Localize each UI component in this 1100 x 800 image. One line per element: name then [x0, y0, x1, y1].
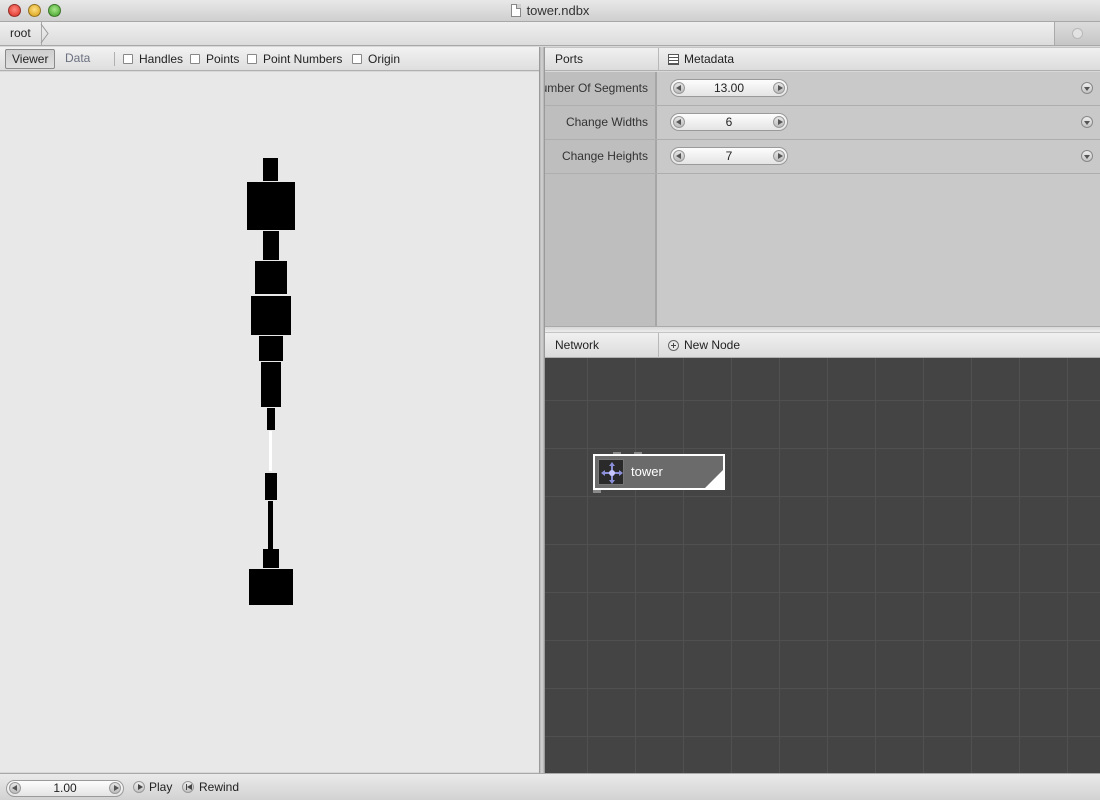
node-label: tower: [631, 464, 663, 479]
tab-ports[interactable]: Ports: [555, 48, 583, 71]
decrement-icon[interactable]: [9, 782, 21, 794]
port-label: Number Of Segments: [545, 81, 648, 95]
plus-icon: [668, 340, 679, 351]
tower-segment: [263, 549, 279, 568]
network-title: Network: [555, 338, 600, 352]
rewind-button[interactable]: Rewind: [199, 774, 239, 800]
tower-segment: [268, 501, 273, 549]
decrement-icon[interactable]: [673, 116, 685, 128]
record-icon: [1072, 28, 1083, 39]
tower-segment: [267, 408, 275, 430]
ports-header: Ports Metadata: [545, 47, 1100, 71]
tower-segment: [255, 261, 287, 294]
breadcrumb-root[interactable]: root: [0, 22, 42, 45]
node-output-port[interactable]: [593, 490, 601, 493]
window-title: tower.ndbx: [526, 3, 590, 18]
handles-label: Handles: [139, 52, 184, 66]
checkbox-icon: [247, 54, 257, 64]
viewer-canvas[interactable]: [0, 72, 539, 772]
tab-data[interactable]: Data: [59, 49, 96, 69]
toolbar-divider: [114, 52, 115, 66]
tower-node[interactable]: tower: [593, 454, 725, 490]
window-title-wrap: tower.ndbx: [0, 3, 1100, 18]
segments-value[interactable]: 13.00: [685, 80, 773, 96]
increment-icon[interactable]: [109, 782, 121, 794]
metadata-icon: [668, 54, 679, 65]
title-bar: tower.ndbx: [0, 0, 1100, 22]
tower-segment: [265, 473, 277, 500]
port-label: Change Widths: [565, 115, 648, 129]
tower-segment: [261, 362, 281, 407]
widths-value[interactable]: 6: [685, 114, 773, 130]
rewind-icon[interactable]: [182, 781, 194, 793]
port-menu-icon[interactable]: [1081, 82, 1093, 94]
node-output-corner: [705, 470, 723, 488]
network-canvas[interactable]: tower: [545, 358, 1100, 773]
tower-segment: [263, 231, 279, 260]
heights-value[interactable]: 7: [685, 148, 773, 164]
decrement-icon[interactable]: [673, 150, 685, 162]
new-node-button[interactable]: New Node: [684, 333, 740, 358]
frame-stepper[interactable]: 1.00: [6, 780, 124, 797]
tab-viewer[interactable]: Viewer: [5, 49, 56, 69]
increment-icon[interactable]: [773, 116, 785, 128]
tower-segment: [247, 182, 295, 230]
checkbox-icon: [190, 54, 200, 64]
metadata-button[interactable]: Metadata: [684, 48, 734, 71]
document-icon: [510, 4, 521, 17]
point-numbers-label: Point Numbers: [263, 52, 343, 66]
port-row-segments: Number Of Segments 13.00: [545, 72, 1100, 106]
play-icon[interactable]: [133, 781, 145, 793]
origin-checkbox[interactable]: Origin: [352, 53, 400, 67]
heights-stepper[interactable]: 7: [670, 147, 788, 165]
frame-value[interactable]: 1.00: [21, 781, 109, 796]
play-button[interactable]: Play: [149, 774, 172, 800]
record-button[interactable]: [1054, 22, 1100, 45]
points-checkbox[interactable]: Points: [190, 53, 239, 67]
increment-icon[interactable]: [773, 150, 785, 162]
increment-icon[interactable]: [773, 82, 785, 94]
header-divider: [658, 48, 659, 71]
breadcrumb: root: [0, 22, 1100, 46]
origin-label: Origin: [368, 52, 401, 66]
tower-segment: [259, 336, 283, 361]
checkbox-icon: [352, 54, 362, 64]
header-divider: [658, 333, 659, 358]
widths-stepper[interactable]: 6: [670, 113, 788, 131]
network-header: Network New Node: [545, 332, 1100, 358]
tower-segment: [263, 158, 278, 181]
playback-bar: 1.00 Play Rewind: [0, 773, 1100, 800]
checkbox-icon: [123, 54, 133, 64]
points-label: Points: [206, 52, 240, 66]
move-icon: [598, 459, 624, 485]
port-row-heights: Change Heights 7: [545, 140, 1100, 174]
point-numbers-checkbox[interactable]: Point Numbers: [247, 53, 342, 67]
tower-segment: [249, 569, 293, 605]
tower-segment: [269, 431, 272, 471]
viewer-toolbar: Viewer Data Handles Points Point Numbers…: [0, 47, 539, 71]
tower-shape: [247, 158, 295, 605]
handles-checkbox[interactable]: Handles: [123, 53, 183, 67]
segments-stepper[interactable]: 13.00: [670, 79, 788, 97]
port-row-widths: Change Widths 6: [545, 106, 1100, 140]
ports-area: Number Of Segments 13.00 Change Widths 6…: [545, 72, 1100, 326]
port-label: Change Heights: [561, 149, 648, 163]
port-menu-icon[interactable]: [1081, 116, 1093, 128]
breadcrumb-chevron-icon: [40, 24, 49, 43]
decrement-icon[interactable]: [673, 82, 685, 94]
tower-segment: [251, 296, 291, 335]
port-menu-icon[interactable]: [1081, 150, 1093, 162]
